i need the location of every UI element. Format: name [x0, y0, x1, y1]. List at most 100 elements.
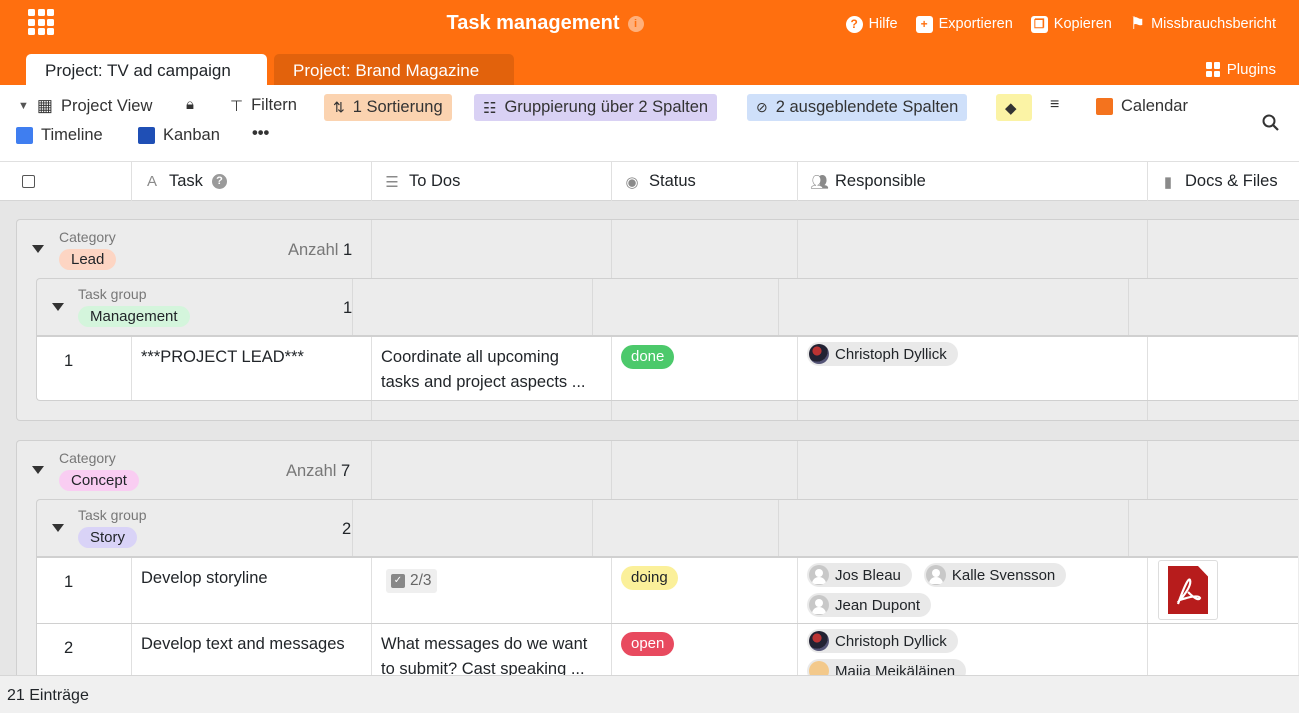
collapse-subgroup-icon[interactable]	[52, 303, 64, 311]
help-icon[interactable]: ?	[211, 174, 227, 189]
group-count: Anzahl 1	[288, 241, 352, 260]
plugins-button[interactable]: Plugins	[1205, 61, 1276, 78]
caret-down-icon: ▼	[18, 100, 29, 112]
column-header-status[interactable]: ◉ Status	[612, 162, 798, 201]
view-selector[interactable]: ▼ ▦ Project View	[18, 96, 152, 116]
top-links: ? Hilfe + Exportieren ❐ Kopieren ⚑ Missbrauc…	[845, 14, 1276, 34]
pdf-file-thumbnail[interactable]	[1158, 560, 1218, 620]
todos-cell[interactable]: Coordinate all upcoming tasks and projec…	[372, 337, 612, 400]
status-badge: done	[621, 345, 675, 369]
group-count: Anzahl 7	[286, 462, 350, 481]
plugins-label: Plugins	[1226, 61, 1276, 78]
avatar	[809, 595, 829, 615]
docs-cell[interactable]	[1148, 337, 1299, 400]
select-all-checkbox[interactable]	[22, 175, 35, 188]
task-cell[interactable]: Develop storyline	[132, 558, 372, 623]
kanban-button[interactable]: Kanban	[138, 126, 220, 145]
table-row[interactable]: 1 ***PROJECT LEAD*** Coordinate all upco…	[36, 336, 1298, 401]
help-link[interactable]: ? Hilfe	[845, 14, 898, 34]
avatar	[809, 344, 829, 364]
collaborator-chip: Christoph Dyllick	[807, 342, 958, 366]
hidden-columns-button[interactable]: ⊘ 2 ausgeblendete Spalten	[747, 94, 968, 121]
checkbox-checked-icon: ✓	[391, 573, 405, 588]
row-height-icon[interactable]: ≡	[1050, 96, 1059, 114]
group-field-label: Category	[59, 450, 116, 466]
collaborator-name: Kalle Svensson	[951, 566, 1056, 584]
collaborator-chip: Kalle Svensson	[923, 563, 1067, 587]
avatar	[925, 565, 946, 585]
calendar-button[interactable]: Calendar	[1096, 97, 1188, 116]
todos-text-line: tasks and project aspects ...	[381, 373, 586, 391]
abuse-report-link[interactable]: ⚑ Missbrauchsbericht	[1130, 14, 1276, 34]
more-views-button[interactable]: •••	[252, 124, 269, 143]
export-label: Exportieren	[938, 16, 1013, 32]
task-group-tag: Management	[78, 306, 190, 327]
search-icon[interactable]	[1262, 114, 1279, 131]
export-icon: +	[915, 15, 933, 33]
collaborator-chip: Jean Dupont	[807, 593, 932, 617]
tab-tv-ad-campaign[interactable]: Project: TV ad campaign	[26, 54, 267, 85]
column-label-todos: To Dos	[409, 172, 461, 190]
timeline-button[interactable]: Timeline	[16, 126, 103, 145]
filter-label: Filtern	[251, 96, 297, 114]
status-cell[interactable]: done	[612, 337, 798, 400]
select-all-cell	[0, 162, 132, 201]
sort-button[interactable]: ⇅ 1 Sortierung	[324, 94, 452, 121]
copy-link[interactable]: ❐ Kopieren	[1030, 14, 1112, 34]
category-group-concept: Category Concept Anzahl 7 Task group Sto…	[16, 440, 1299, 703]
responsible-cell[interactable]: Jos Bleau Kalle Svensson Jean Dupont	[798, 558, 1148, 623]
collapse-group-icon[interactable]	[32, 245, 44, 253]
filter-icon: ⊤	[230, 97, 244, 115]
docs-cell[interactable]	[1148, 558, 1299, 623]
collapse-subgroup-icon[interactable]	[52, 524, 64, 532]
status-bar: 21 Einträge	[0, 675, 1299, 713]
row-color-button[interactable]: ◆	[996, 94, 1032, 121]
task-cell[interactable]: ***PROJECT LEAD***	[132, 337, 372, 400]
table-row[interactable]: 1 Develop storyline ✓ 2/3 doing Jos Blea…	[36, 557, 1298, 624]
kanban-icon	[138, 127, 155, 144]
task-group-tag: Story	[78, 527, 138, 548]
calendar-icon	[1096, 98, 1113, 115]
collapse-group-icon[interactable]	[32, 466, 44, 474]
subgroup-count: 1	[343, 299, 353, 317]
todos-text-line: What messages do we want	[381, 635, 588, 653]
task-group-story: Task group Story 2	[36, 499, 1298, 557]
count-value: 1	[343, 241, 353, 259]
group-field-label: Category	[59, 229, 116, 245]
collaborator-chip: Christoph Dyllick	[807, 629, 958, 653]
collaborator-name: Christoph Dyllick	[835, 632, 947, 650]
kanban-label: Kanban	[163, 126, 220, 144]
timeline-icon	[16, 127, 33, 144]
column-header-task[interactable]: A Task ?	[132, 162, 372, 201]
eye-slash-icon: ⊘	[756, 99, 768, 115]
column-header-responsible[interactable]: 👥︎ Responsible	[798, 162, 1148, 201]
subgroup-field-label: Task group	[78, 507, 147, 523]
status-cell[interactable]: doing	[612, 558, 798, 623]
lock-icon[interactable]: 🔒︎	[186, 96, 194, 113]
collaborator-name: Christoph Dyllick	[835, 345, 947, 363]
todos-cell[interactable]: ✓ 2/3	[372, 558, 612, 623]
category-tag: Lead	[59, 249, 117, 270]
category-group-lead: Category Lead Anzahl 1 Task group Manage…	[16, 219, 1299, 421]
column-header-docs[interactable]: ▮ Docs & Files	[1148, 162, 1299, 201]
tab-brand-magazine[interactable]: Project: Brand Magazine	[274, 54, 514, 85]
group-button[interactable]: ☷ Gruppierung über 2 Spalten	[474, 94, 718, 121]
export-link[interactable]: + Exportieren	[915, 14, 1013, 34]
table-icon: ▦	[36, 96, 53, 115]
info-icon[interactable]: i	[627, 16, 644, 32]
plugins-icon	[1205, 62, 1221, 77]
copy-label: Kopieren	[1053, 16, 1112, 32]
responsible-cell[interactable]: Christoph Dyllick	[798, 337, 1148, 400]
sort-label: 1 Sortierung	[352, 98, 443, 116]
column-label-responsible: Responsible	[835, 172, 926, 190]
status-badge: doing	[621, 566, 678, 590]
timeline-label: Timeline	[41, 126, 103, 144]
count-value: 7	[341, 462, 351, 480]
hidden-columns-label: 2 ausgeblendete Spalten	[775, 98, 959, 116]
column-header-todos[interactable]: ☰ To Dos	[372, 162, 612, 201]
filter-button[interactable]: ⊤ Filtern	[230, 96, 297, 115]
collaborator-chip: Jos Bleau	[807, 563, 912, 587]
checklist-progress: ✓ 2/3	[386, 568, 437, 593]
top-bar: Task management i ? Hilfe + Exportieren ❐ Ko…	[0, 0, 1299, 85]
help-label: Hilfe	[868, 16, 898, 32]
